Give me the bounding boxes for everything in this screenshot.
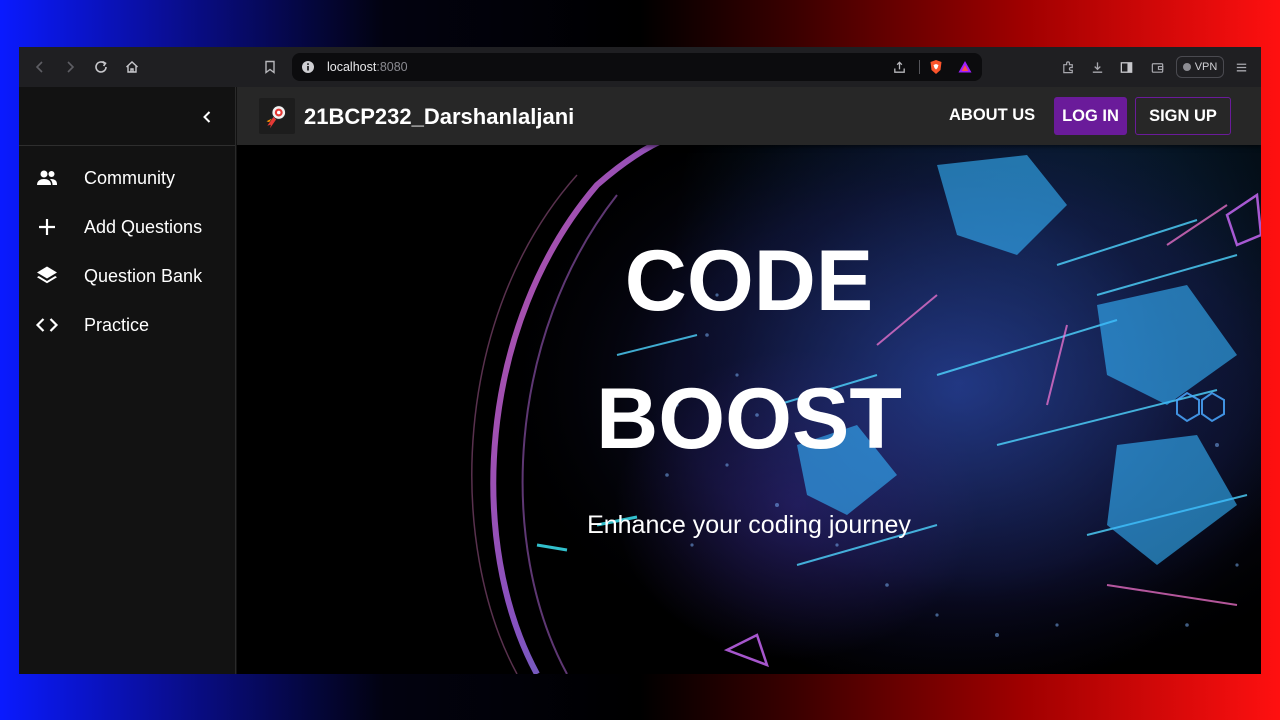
- browser-toolbar: localhost:8080 VPN: [19, 47, 1261, 87]
- vpn-label: VPN: [1194, 61, 1218, 73]
- home-icon[interactable]: [121, 56, 143, 78]
- sidebar-item-question-bank[interactable]: Question Bank: [19, 253, 235, 299]
- code-icon: [33, 311, 61, 339]
- url-host: localhost: [327, 60, 377, 74]
- bookmark-icon[interactable]: [259, 56, 281, 78]
- brand-title[interactable]: 21BCP232_Darshanlaljani: [304, 104, 574, 130]
- vpn-status-icon: [1182, 63, 1191, 71]
- sidebar-item-add-questions[interactable]: Add Questions: [19, 204, 235, 250]
- address-bar[interactable]: localhost:8080: [292, 53, 982, 81]
- signup-button[interactable]: SIGN UP: [1135, 97, 1231, 135]
- url-separator: [919, 60, 920, 74]
- hero-banner: CODE BOOST Enhance your coding journey: [237, 145, 1261, 674]
- people-icon: [33, 164, 61, 192]
- extensions-icon[interactable]: [1058, 57, 1078, 77]
- chevron-left-icon[interactable]: [196, 106, 218, 128]
- sidebar-item-label: Question Bank: [84, 265, 203, 286]
- sidebar-item-label: Add Questions: [84, 216, 203, 237]
- layers-icon: [33, 262, 61, 290]
- menu-icon[interactable]: [1231, 57, 1251, 77]
- wallet-icon[interactable]: [1147, 57, 1167, 77]
- sidebar-toggle-icon[interactable]: [1116, 57, 1136, 77]
- sidebar-item-practice[interactable]: Practice: [19, 302, 235, 348]
- forward-icon[interactable]: [59, 56, 81, 78]
- sidebar-item-community[interactable]: Community: [19, 155, 235, 201]
- sidebar: Community Add Questions Question Bank Pr…: [19, 87, 236, 674]
- share-icon[interactable]: [890, 58, 908, 76]
- sidebar-item-label: Practice: [84, 314, 150, 335]
- site-info-icon[interactable]: [301, 60, 315, 74]
- logo-icon[interactable]: [259, 98, 295, 134]
- hero-title-line1: CODE: [624, 233, 874, 329]
- url-text: localhost:8080: [327, 60, 408, 74]
- plus-icon: [33, 213, 61, 241]
- login-button[interactable]: LOG IN: [1054, 97, 1127, 135]
- reload-icon[interactable]: [90, 56, 112, 78]
- sidebar-item-label: Community: [84, 167, 176, 188]
- sidebar-header: [19, 87, 235, 146]
- brave-rewards-icon[interactable]: [956, 58, 974, 76]
- about-us-button[interactable]: ABOUT US: [949, 106, 1035, 125]
- brave-shields-icon[interactable]: [927, 58, 945, 76]
- main-content: 21BCP232_Darshanlaljani ABOUT US LOG IN …: [237, 87, 1261, 674]
- browser-window: localhost:8080 VPN Community Add Questio…: [19, 47, 1261, 674]
- url-port: :8080: [376, 60, 408, 74]
- back-icon[interactable]: [29, 56, 51, 78]
- vpn-button[interactable]: VPN: [1176, 56, 1224, 78]
- hero-title-line2: BOOST: [596, 371, 902, 467]
- app-bar: 21BCP232_Darshanlaljani ABOUT US LOG IN …: [237, 87, 1261, 145]
- hero-subtitle: Enhance your coding journey: [587, 511, 911, 539]
- download-icon[interactable]: [1087, 57, 1107, 77]
